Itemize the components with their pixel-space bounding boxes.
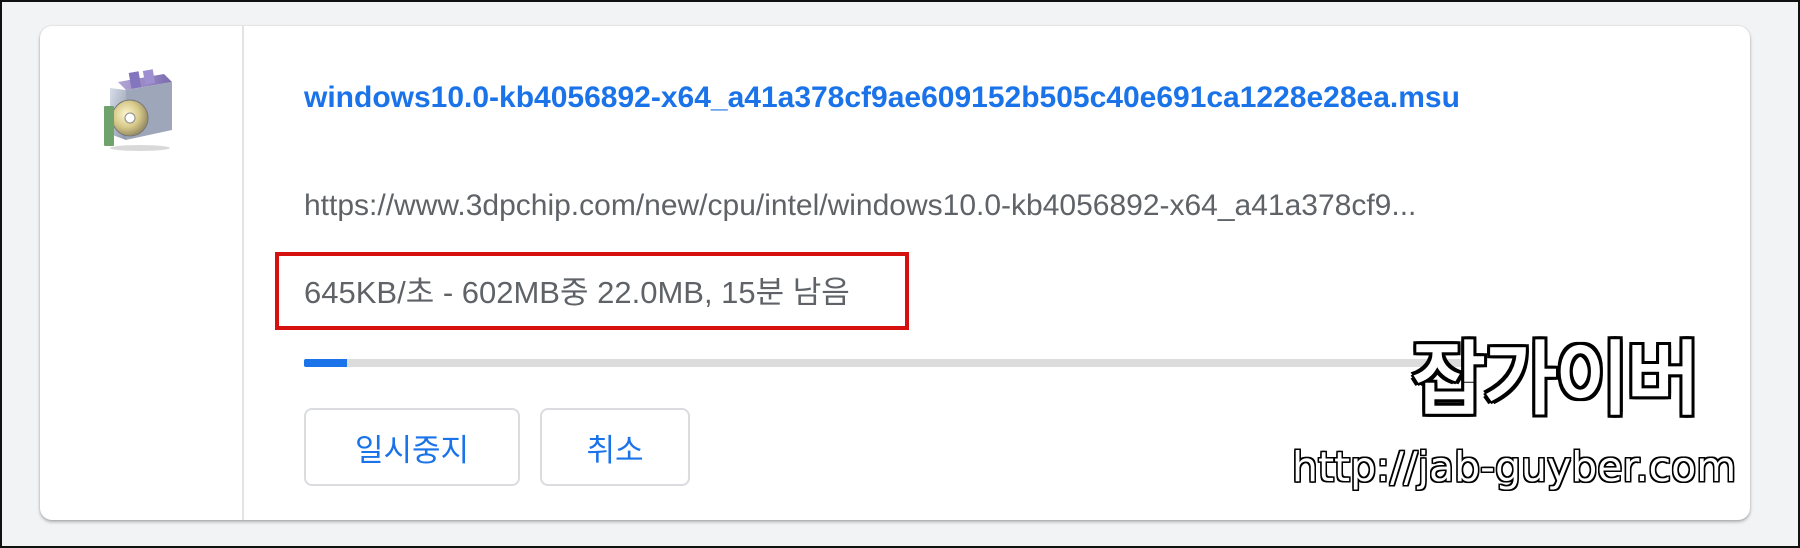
cancel-button[interactable]: 취소 (540, 408, 690, 486)
download-source-url: https://www.3dpchip.com/new/cpu/intel/wi… (304, 189, 1417, 222)
download-status-text: 645KB/초 - 602MB중 22.0MB, 15분 남음 (304, 275, 850, 310)
watermark-title: 잡가이버 (1412, 333, 1700, 426)
watermark-url: http://jab-guyber.com (1292, 443, 1737, 491)
download-progress-fill (304, 359, 348, 367)
msu-package-icon (104, 69, 172, 151)
screenshot-frame: windows10.0-kb4056892-x64_a41a378cf9ae60… (0, 0, 1800, 548)
pause-button[interactable]: 일시중지 (304, 408, 520, 486)
download-filename-link[interactable]: windows10.0-kb4056892-x64_a41a378cf9ae60… (304, 74, 1584, 122)
download-progress-bar (304, 359, 1484, 367)
file-icon-column (40, 26, 244, 520)
